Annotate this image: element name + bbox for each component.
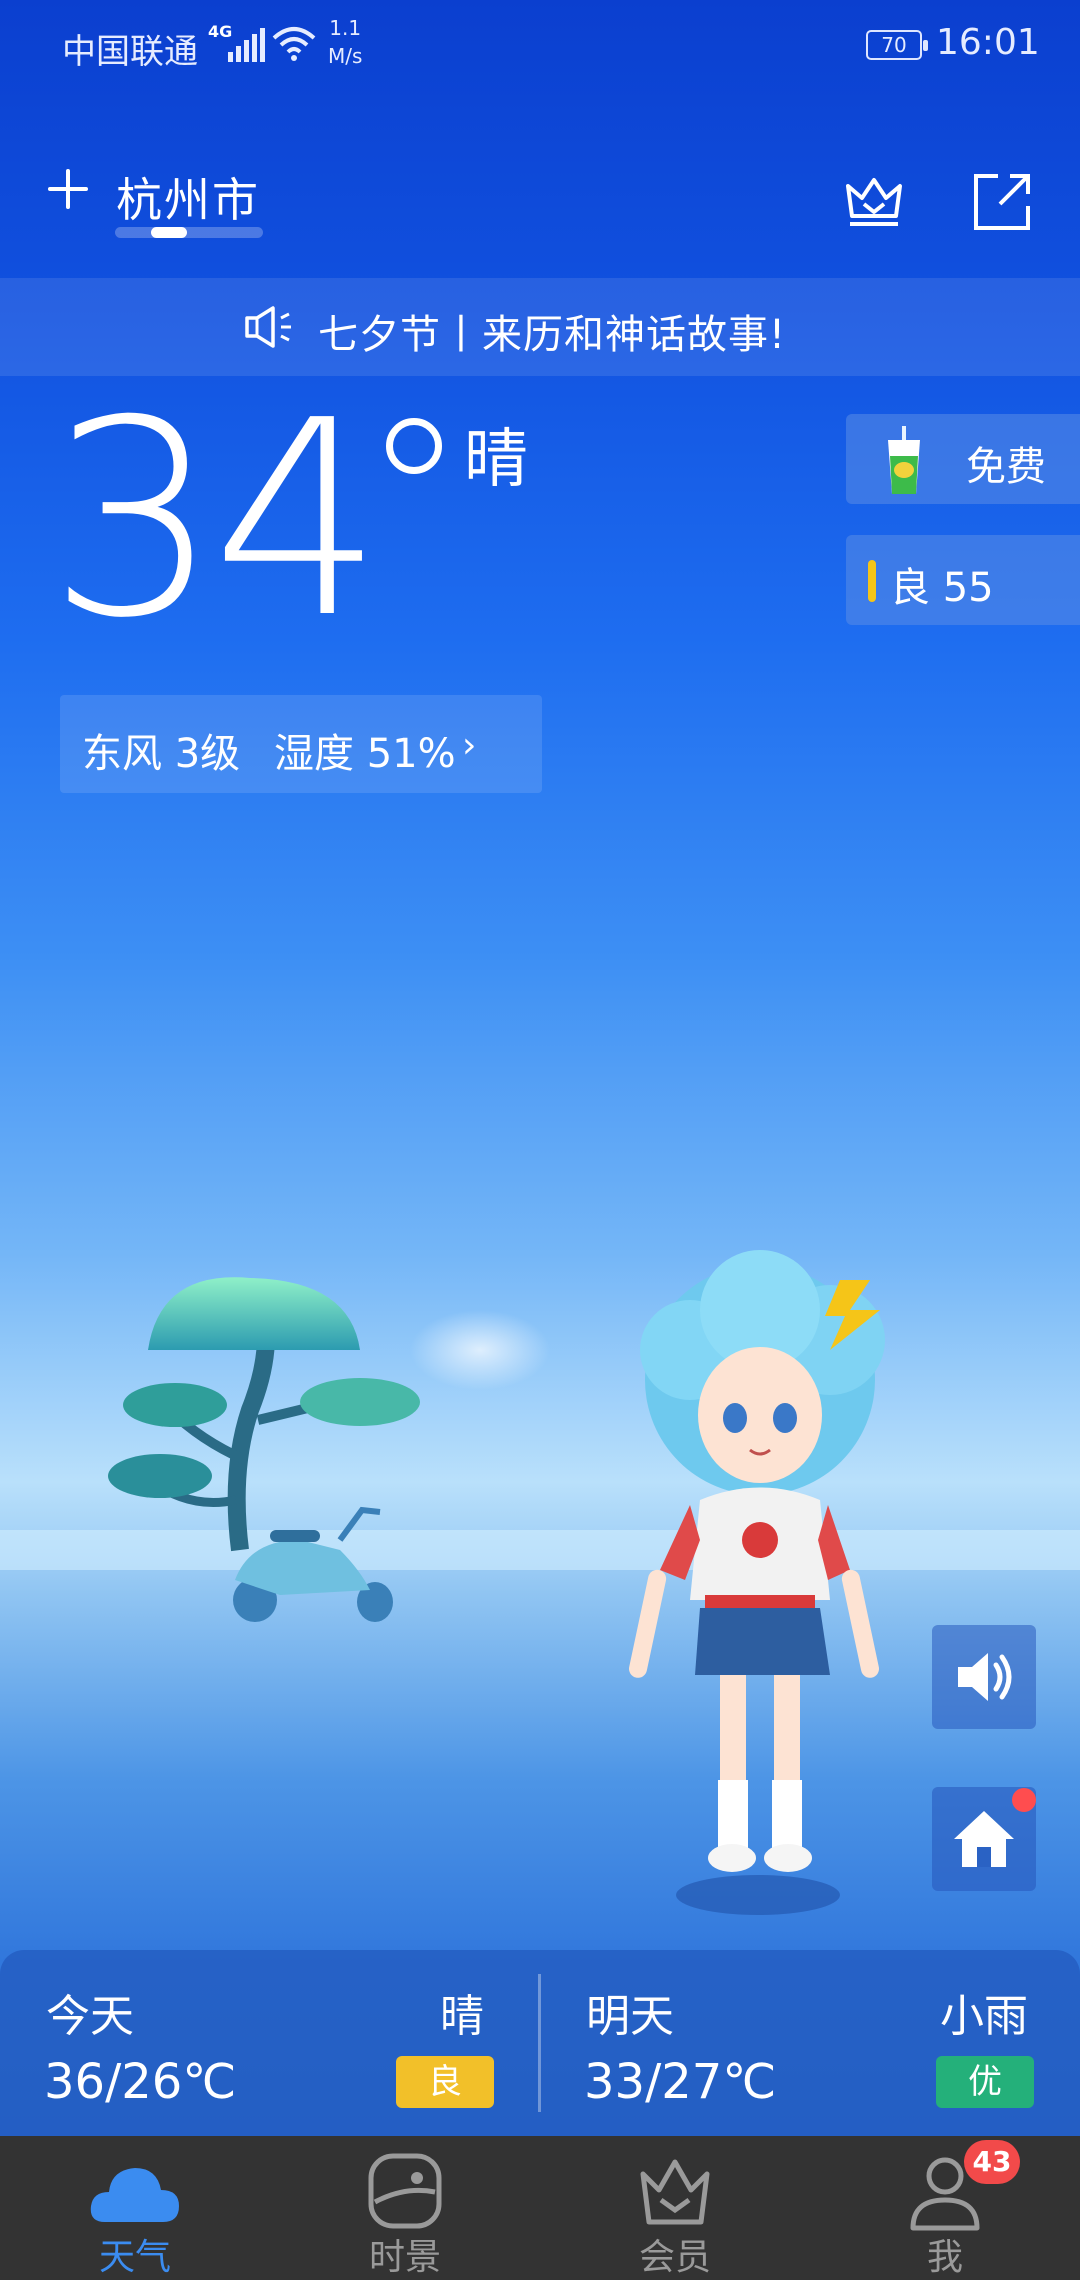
forecast-today-condition: 晴: [440, 1991, 484, 2042]
page-indicator-active: [151, 227, 187, 238]
current-temperature: 34: [48, 362, 384, 677]
forecast-divider: [538, 1974, 541, 2112]
city-name[interactable]: 杭州市: [116, 164, 260, 230]
forecast-today-temp: 36/26℃: [44, 2054, 237, 2110]
carrier-name: 中国联通: [62, 32, 198, 72]
clock: 16:01: [936, 22, 1040, 63]
notice-text: 七夕节丨来历和神话故事!: [318, 312, 787, 358]
network-speed: 1.1 M/s: [328, 14, 362, 70]
chevron-right-icon: ›: [462, 725, 477, 766]
speaker-volume-icon: [958, 1653, 1012, 1701]
city-page-indicator: [115, 227, 263, 238]
speed-unit: M/s: [328, 44, 363, 68]
wifi-icon: [272, 27, 316, 61]
drink-icon: [888, 426, 920, 494]
nav-label-membership: 会员: [638, 2237, 711, 2278]
sound-button[interactable]: [932, 1625, 1036, 1729]
aqi-button[interactable]: 良 55: [846, 535, 1080, 625]
bottom-navigation: 天气 时景 会员 我: [0, 2136, 1080, 2280]
status-bar: 中国联通 4G 1.1 M/s 70 16:01: [0, 0, 1080, 96]
notification-dot: [1012, 1788, 1036, 1812]
share-icon[interactable]: [970, 170, 1034, 234]
nav-item-scenery[interactable]: 时景: [270, 2136, 540, 2280]
forecast-panel[interactable]: 今天 晴 36/26℃ 良 明天 小雨 33/27℃ 优: [0, 1950, 1080, 2136]
humidity-text: 湿度 51%: [274, 731, 456, 777]
scene-illustration: [0, 1250, 1080, 1915]
signal-icon: [228, 28, 265, 62]
aqi-label: 良 55: [890, 565, 994, 611]
current-condition: 晴: [464, 423, 528, 497]
crown-icon: [640, 2159, 710, 2225]
forecast-tomorrow-temp: 33/27℃: [584, 2054, 777, 2110]
forecast-tomorrow-air-badge: 优: [936, 2056, 1034, 2108]
wind-humidity-button[interactable]: 东风 3级 湿度 51% ›: [60, 695, 542, 793]
free-drink-button[interactable]: 免费: [846, 414, 1080, 504]
aqi-level-bar: [868, 560, 876, 602]
speaker-icon: [245, 306, 291, 348]
nav-item-me[interactable]: 我: [810, 2136, 1080, 2280]
forecast-tomorrow-condition: 小雨: [940, 1991, 1028, 2042]
battery-icon: 70: [866, 30, 928, 60]
forecast-today-label: 今天: [46, 1991, 134, 2042]
forecast-today-air-badge: 良: [396, 2056, 494, 2108]
speed-value: 1.1: [329, 16, 362, 40]
cloud-icon: [90, 2168, 179, 2222]
crown-icon[interactable]: [842, 168, 906, 232]
free-label: 免费: [966, 444, 1046, 490]
add-city-button[interactable]: [44, 165, 92, 213]
nav-label-me: 我: [926, 2237, 963, 2278]
nav-label-scenery: 时景: [368, 2237, 441, 2278]
scenery-icon: [368, 2153, 442, 2229]
nav-label-weather: 天气: [98, 2237, 171, 2278]
wind-text: 东风 3级: [82, 731, 241, 777]
girl-character-illustration: [629, 1250, 885, 1915]
nav-item-weather[interactable]: 天气: [0, 2136, 270, 2280]
nav-item-membership[interactable]: 会员: [540, 2136, 810, 2280]
degree-symbol: [386, 418, 442, 474]
notification-count-badge: 43: [964, 2140, 1020, 2184]
forecast-tomorrow-label: 明天: [586, 1991, 674, 2042]
